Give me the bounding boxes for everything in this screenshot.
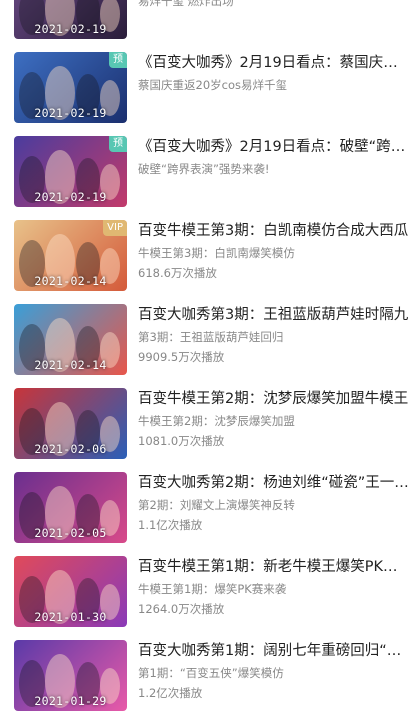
video-date: 2021-01-30: [34, 610, 107, 624]
video-date: 2021-02-19: [34, 106, 107, 120]
video-date: 2021-02-06: [34, 442, 107, 456]
video-thumbnail[interactable]: 2021-02-05: [14, 472, 127, 543]
video-title[interactable]: 百变牛模王第1期：新老牛模王爆笑PK赛…: [138, 558, 410, 577]
video-thumbnail[interactable]: 预 2021-02-19: [14, 52, 127, 123]
video-subtitle: 易烊千玺 燃炸出场: [138, 0, 234, 8]
video-info: 百变牛模王第2期：沈梦辰爆笑加盟牛模王牛模王第2期：沈梦辰爆笑加盟 1081.0万…: [138, 390, 410, 449]
video-title[interactable]: 百变大咖秀第3期：王祖蓝版葫芦娃时隔九: [138, 306, 410, 325]
video-thumbnail[interactable]: 2021-01-29: [14, 640, 127, 711]
video-date: 2021-01-29: [34, 694, 107, 708]
video-info: 《百变大咖秀》2月19日看点：破壁“跨界… 破壁“跨界表演”强势来袭!: [138, 138, 410, 177]
play-count: 618.6万次播放: [138, 266, 217, 280]
video-subtitle: 牛模王第1期：爆笑PK赛来袭: [138, 582, 287, 596]
video-item[interactable]: 2021-01-30 百变牛模王第1期：新老牛模王爆笑PK赛… 牛模王第1期：爆笑P…: [0, 550, 410, 634]
video-subtitle: 第1期：“百变五侠”爆笑模仿: [138, 666, 284, 680]
video-title[interactable]: 《百变大咖秀》2月19日看点：破壁“跨界…: [138, 138, 410, 157]
video-thumbnail[interactable]: 预 2021-02-19: [14, 136, 127, 207]
video-date: 2021-02-14: [34, 274, 107, 288]
video-title[interactable]: 百变牛模王第2期：沈梦辰爆笑加盟牛模王: [138, 390, 410, 409]
video-subtitle: 第2期：刘耀文上演爆笑神反转: [138, 498, 295, 512]
video-thumbnail[interactable]: 2021-02-14: [14, 304, 127, 375]
video-subtitle: 牛模王第3期：白凯南爆笑模仿: [138, 246, 295, 260]
play-count: 1081.0万次播放: [138, 434, 225, 448]
video-thumbnail[interactable]: 2021-02-19: [14, 0, 127, 39]
play-count: 1.2亿次播放: [138, 686, 203, 700]
video-date: 2021-02-19: [34, 22, 107, 36]
video-title[interactable]: 百变大咖秀第1期：阔别七年重磅回归“百…: [138, 642, 410, 661]
video-title[interactable]: 《百变大咖秀》2月19日看点：蔡国庆重返: [138, 54, 410, 73]
play-count: 1264.0万次播放: [138, 602, 225, 616]
preview-badge: 预: [109, 52, 127, 68]
video-date: 2021-02-14: [34, 358, 107, 372]
video-info: 百变牛模王第1期：新老牛模王爆笑PK赛… 牛模王第1期：爆笑PK赛来袭 1264.0…: [138, 558, 410, 617]
preview-badge: 预: [109, 136, 127, 152]
video-item[interactable]: 预 2021-02-19 《百变大咖秀》2月19日看点：破壁“跨界… 破壁“跨界表演”…: [0, 130, 410, 214]
video-thumbnail[interactable]: 2021-02-06: [14, 388, 127, 459]
video-info: 百变牛模王第3期：白凯南模仿合成大西瓜牛模王第3期：白凯南爆笑模仿 618.6万次…: [138, 222, 410, 281]
video-subtitle: 蔡国庆重返20岁cos易烊千玺: [138, 78, 287, 92]
video-subtitle: 第3期：王祖蓝版葫芦娃回归: [138, 330, 284, 344]
video-info: 《百变大咖秀》2月19日看点：易烊千玺燃炸出场易烊千玺 燃炸出场: [138, 0, 410, 9]
play-count: 9909.5万次播放: [138, 350, 225, 364]
vip-badge: VIP: [103, 220, 127, 236]
play-count: 1.1亿次播放: [138, 518, 203, 532]
video-subtitle: 牛模王第2期：沈梦辰爆笑加盟: [138, 414, 295, 428]
video-item[interactable]: 预 2021-02-19 《百变大咖秀》2月19日看点：蔡国庆重返蔡国庆重返20岁c…: [0, 46, 410, 130]
video-info: 百变大咖秀第1期：阔别七年重磅回归“百… 第1期：“百变五侠”爆笑模仿 1.2亿次播…: [138, 642, 410, 701]
video-info: 百变大咖秀第2期：杨迪刘维“碰瓷”王一博… 第2期：刘耀文上演爆笑神反转 1.1亿次…: [138, 474, 410, 533]
video-item[interactable]: 2021-02-05 百变大咖秀第2期：杨迪刘维“碰瓷”王一博… 第2期：刘耀文上演…: [0, 466, 410, 550]
video-date: 2021-02-05: [34, 526, 107, 540]
video-title[interactable]: 百变牛模王第3期：白凯南模仿合成大西瓜: [138, 222, 410, 241]
video-subtitle: 破壁“跨界表演”强势来袭!: [138, 162, 270, 176]
video-info: 《百变大咖秀》2月19日看点：蔡国庆重返蔡国庆重返20岁cos易烊千玺: [138, 54, 410, 93]
video-thumbnail[interactable]: 2021-01-30: [14, 556, 127, 627]
video-item[interactable]: 2021-02-06 百变牛模王第2期：沈梦辰爆笑加盟牛模王牛模王第2期：沈梦辰爆…: [0, 382, 410, 466]
video-title[interactable]: 百变大咖秀第2期：杨迪刘维“碰瓷”王一博…: [138, 474, 410, 493]
video-item[interactable]: 2021-01-29 百变大咖秀第1期：阔别七年重磅回归“百… 第1期：“百变五侠”…: [0, 634, 410, 718]
video-date: 2021-02-19: [34, 190, 107, 204]
video-thumbnail[interactable]: VIP 2021-02-14: [14, 220, 127, 291]
video-item[interactable]: VIP 2021-02-14 百变牛模王第3期：白凯南模仿合成大西瓜牛模王第3期：白…: [0, 214, 410, 298]
video-info: 百变大咖秀第3期：王祖蓝版葫芦娃时隔九第3期：王祖蓝版葫芦娃回归 9909.5万次…: [138, 306, 410, 365]
video-item[interactable]: 2021-02-19 《百变大咖秀》2月19日看点：易烊千玺燃炸出场易烊千玺 燃炸…: [0, 0, 410, 46]
video-list: 2021-02-19 《百变大咖秀》2月19日看点：易烊千玺燃炸出场易烊千玺 燃炸…: [0, 0, 410, 718]
video-item[interactable]: 2021-02-14 百变大咖秀第3期：王祖蓝版葫芦娃时隔九第3期：王祖蓝版葫芦娃…: [0, 298, 410, 382]
